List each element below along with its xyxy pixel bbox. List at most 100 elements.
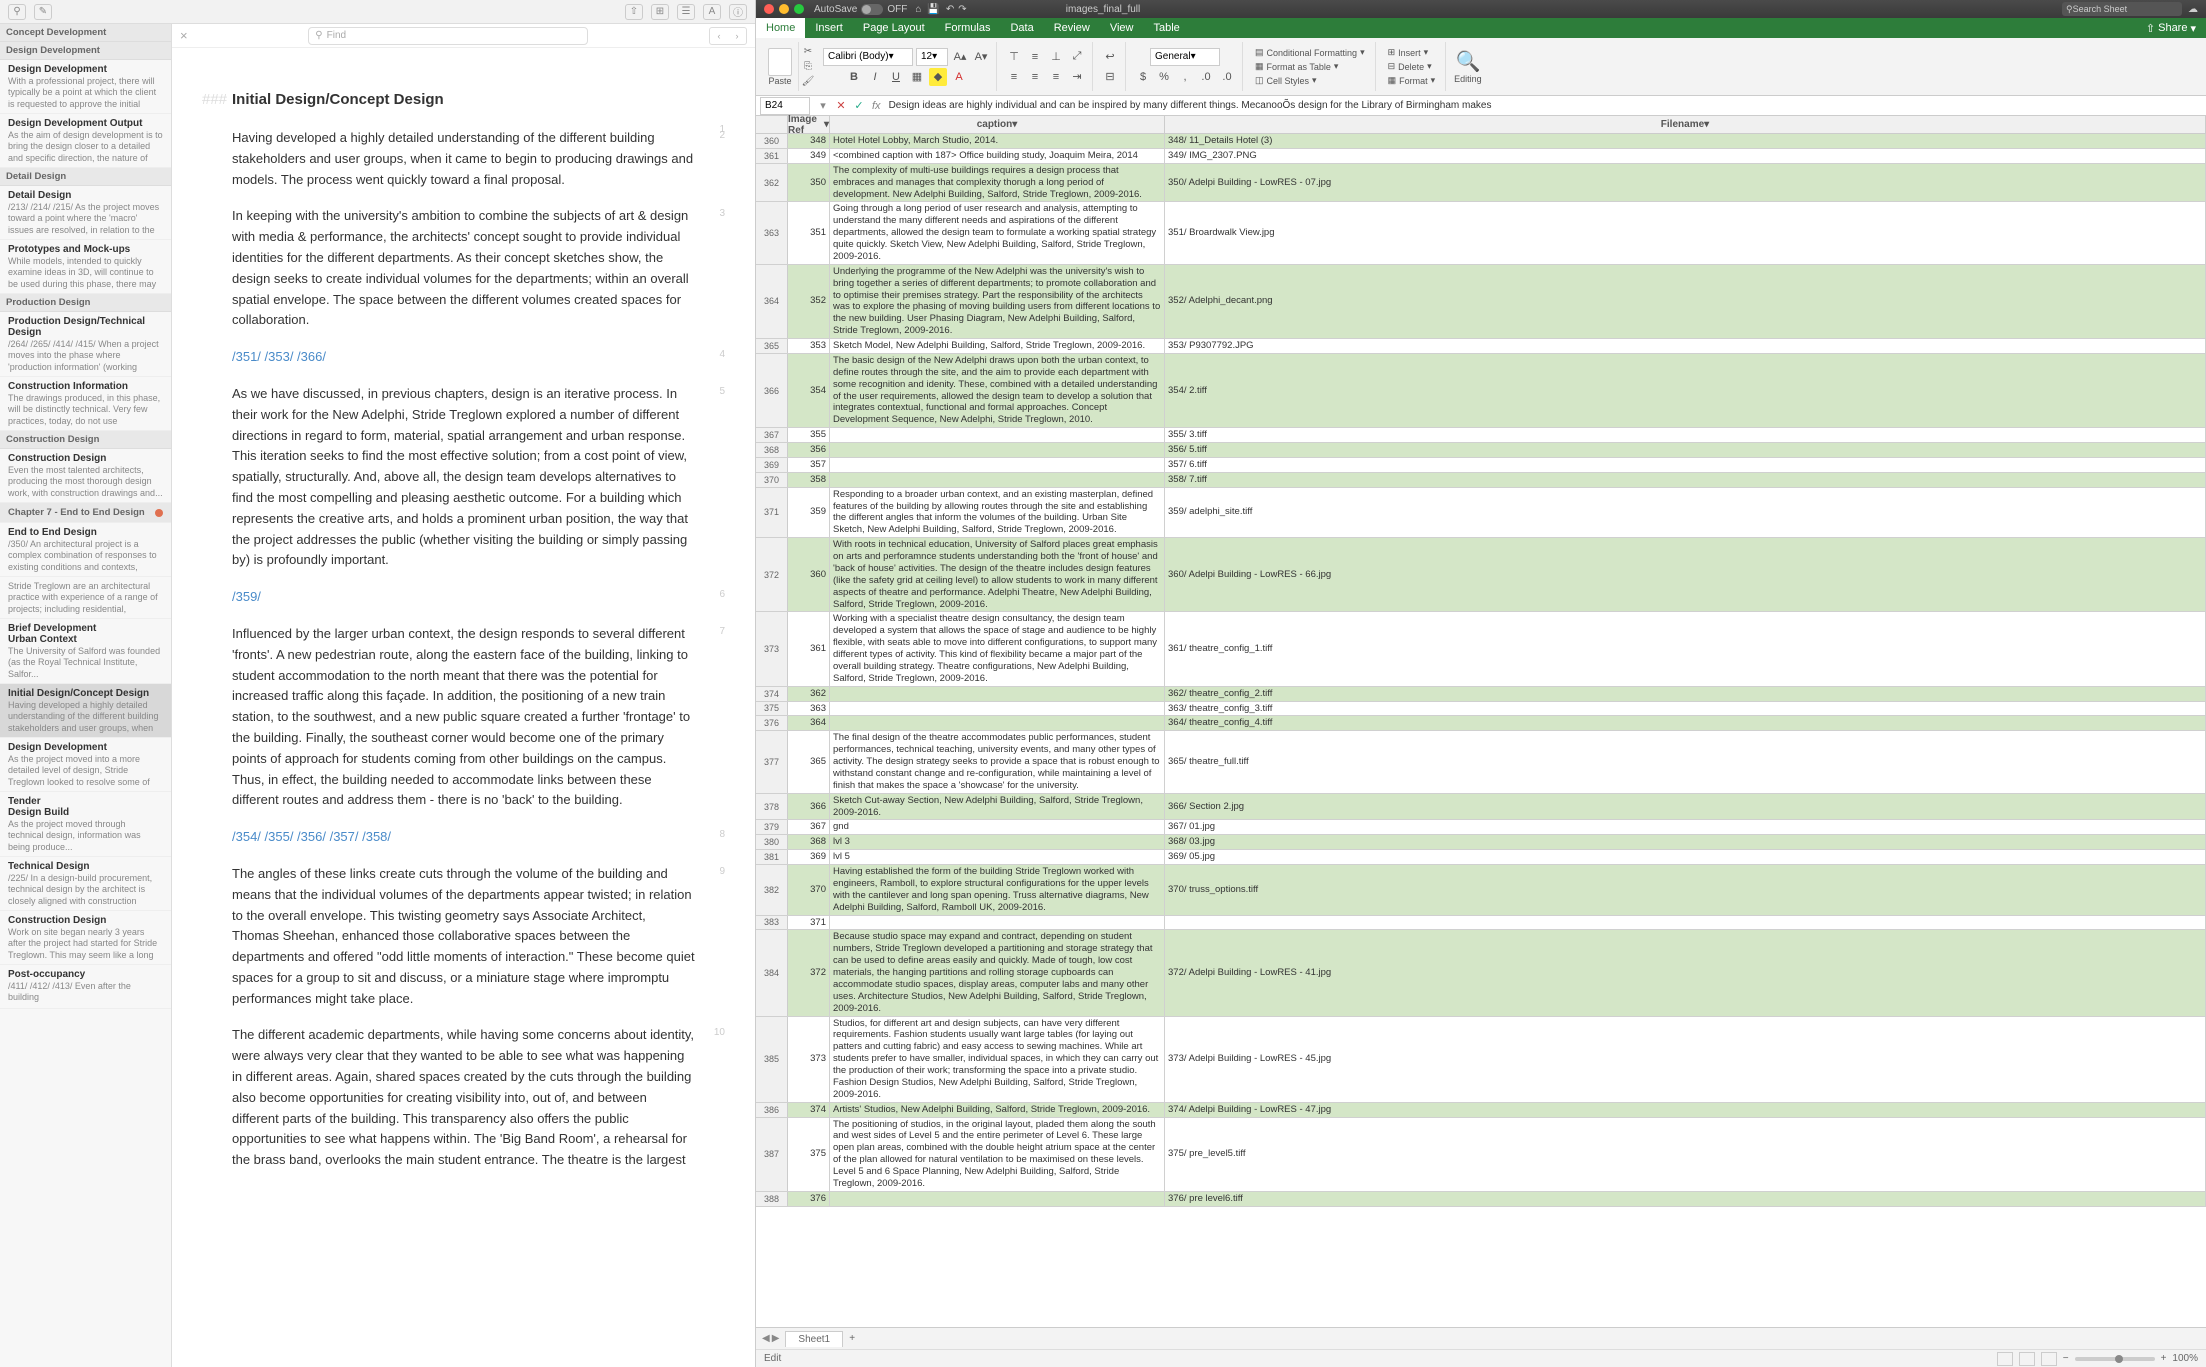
find-icon[interactable]: 🔍	[1455, 49, 1480, 74]
paragraph[interactable]: As we have discussed, in previous chapte…	[232, 384, 695, 571]
cell[interactable]: 374	[788, 1103, 830, 1117]
cell[interactable]	[830, 473, 1165, 487]
close-icon[interactable]: ×	[180, 28, 188, 43]
cell[interactable]: lvl 5	[830, 850, 1165, 864]
share-icon[interactable]: ⇧	[625, 4, 643, 20]
row-number[interactable]: 371	[756, 488, 788, 538]
maximize-window[interactable]	[794, 4, 804, 14]
paragraph[interactable]: /354/ /355/ /356/ /357/ /358/8	[232, 827, 695, 848]
cell[interactable]: 372	[788, 930, 830, 1015]
table-row[interactable]: 372360With roots in technical education,…	[756, 538, 2206, 612]
minimize-window[interactable]	[779, 4, 789, 14]
cell[interactable]: 369	[788, 850, 830, 864]
cell-reference-box[interactable]: B24	[760, 97, 810, 115]
sidebar-item[interactable]: Construction DesignEven the most talente…	[0, 449, 171, 503]
table-row[interactable]: 366354The basic design of the New Adelph…	[756, 354, 2206, 428]
spreadsheet-grid[interactable]: 360348Hotel Hotel Lobby, March Studio, 2…	[756, 134, 2206, 1327]
cell[interactable]	[830, 702, 1165, 716]
align-top-icon[interactable]: ⊤	[1005, 48, 1023, 66]
sidebar-item[interactable]: Technical Design/225/ In a design-build …	[0, 857, 171, 911]
fill-color-button[interactable]: ◆	[929, 68, 947, 86]
row-number[interactable]: 379	[756, 820, 788, 834]
cell[interactable]: 375	[788, 1118, 830, 1191]
bold-button[interactable]: B	[845, 68, 863, 86]
table-row[interactable]: 371359Responding to a broader urban cont…	[756, 488, 2206, 539]
decimal-dec-icon[interactable]: .0	[1218, 68, 1236, 86]
add-sheet-button[interactable]: +	[843, 1333, 861, 1344]
cell[interactable]: Working with a specialist theatre design…	[830, 612, 1165, 685]
cell[interactable]: 350/ Adelpi Building - LowRES - 07.jpg	[1165, 164, 2206, 202]
search-input[interactable]: ⚲ Find	[308, 27, 588, 45]
ribbon-tab-data[interactable]: Data	[1000, 18, 1043, 38]
cell[interactable]: 365/ theatre_full.tiff	[1165, 731, 2206, 792]
cell[interactable]: 364	[788, 716, 830, 730]
row-number[interactable]: 382	[756, 865, 788, 915]
aa-icon[interactable]: A	[703, 4, 721, 20]
cell[interactable]: The complexity of multi-use buildings re…	[830, 164, 1165, 202]
table-row[interactable]: 369357357/ 6.tiff	[756, 458, 2206, 473]
cell[interactable]: 355/ 3.tiff	[1165, 428, 2206, 442]
table-row[interactable]: 383371	[756, 916, 2206, 931]
cell[interactable]: Because studio space may expand and cont…	[830, 930, 1165, 1015]
cell[interactable]: 374/ Adelpi Building - LowRES - 47.jpg	[1165, 1103, 2206, 1117]
font-name-select[interactable]: Calibri (Body) ▾	[823, 48, 913, 66]
zoom-in-icon[interactable]: +	[2161, 1353, 2167, 1364]
underline-button[interactable]: U	[887, 68, 905, 86]
cell[interactable]: 354	[788, 354, 830, 427]
table-row[interactable]: 374362362/ theatre_config_2.tiff	[756, 687, 2206, 702]
cell[interactable]: 361	[788, 612, 830, 685]
table-row[interactable]: 368356356/ 5.tiff	[756, 443, 2206, 458]
row-number[interactable]: 363	[756, 202, 788, 263]
align-left-icon[interactable]: ≡	[1005, 68, 1023, 86]
cell[interactable]	[830, 428, 1165, 442]
paragraph[interactable]: /351/ /353/ /366/4	[232, 347, 695, 368]
normal-view-icon[interactable]	[1997, 1352, 2013, 1366]
cell[interactable]: 359/ adelphi_site.tiff	[1165, 488, 2206, 538]
conditional-formatting-button[interactable]: ▤ Conditional Formatting ▾	[1251, 46, 1369, 59]
grid-icon[interactable]: ⊞	[651, 4, 669, 20]
cell[interactable]: 367	[788, 820, 830, 834]
cell[interactable]: <combined caption with 187> Office build…	[830, 149, 1165, 163]
orientation-icon[interactable]: ⤢	[1068, 48, 1086, 66]
decrease-font-icon[interactable]: A▾	[972, 48, 990, 66]
view-icon[interactable]: ☰	[677, 4, 695, 20]
row-number[interactable]: 375	[756, 702, 788, 716]
align-bottom-icon[interactable]: ⊥	[1047, 48, 1065, 66]
cell[interactable]: 365	[788, 731, 830, 792]
table-row[interactable]: 361349<combined caption with 187> Office…	[756, 149, 2206, 164]
cell[interactable]: 360	[788, 538, 830, 611]
cell[interactable]: Hotel Hotel Lobby, March Studio, 2014.	[830, 134, 1165, 148]
row-number[interactable]: 373	[756, 612, 788, 685]
cell[interactable]: Underlying the programme of the New Adel…	[830, 265, 1165, 338]
sidebar-item[interactable]: Production Design/Technical Design/264/ …	[0, 312, 171, 377]
first-sheet-icon[interactable]: ◀	[762, 1333, 770, 1344]
cell[interactable]	[830, 443, 1165, 457]
ribbon-tab-insert[interactable]: Insert	[805, 18, 853, 38]
sidebar-item[interactable]: Detail Design/213/ /214/ /215/ As the pr…	[0, 186, 171, 240]
table-row[interactable]: 385373Studios, for different art and des…	[756, 1017, 2206, 1103]
cell[interactable]: 349	[788, 149, 830, 163]
cell[interactable]: 359	[788, 488, 830, 538]
row-number[interactable]: 368	[756, 443, 788, 457]
italic-button[interactable]: I	[866, 68, 884, 86]
page-layout-view-icon[interactable]	[2019, 1352, 2035, 1366]
reference-link[interactable]: /354/ /355/ /356/ /357/ /358/	[232, 829, 391, 844]
table-row[interactable]: 376364364/ theatre_config_4.tiff	[756, 716, 2206, 731]
table-row[interactable]: 384372Because studio space may expand an…	[756, 930, 2206, 1016]
table-row[interactable]: 377365The final design of the theatre ac…	[756, 731, 2206, 793]
next-arrow[interactable]: ›	[728, 28, 746, 44]
indent-icon[interactable]: ⇥	[1068, 68, 1086, 86]
paste-button[interactable]: Paste	[768, 48, 792, 86]
row-number[interactable]: 376	[756, 716, 788, 730]
col-header-a[interactable]: Image Ref ▾	[788, 116, 830, 133]
cell[interactable]: Going through a long period of user rese…	[830, 202, 1165, 263]
document-content[interactable]: Initial Design/Concept Design1Having dev…	[172, 48, 755, 1367]
cell[interactable]	[830, 687, 1165, 701]
cell[interactable]: 372/ Adelpi Building - LowRES - 41.jpg	[1165, 930, 2206, 1015]
dropdown-icon[interactable]: ▾	[814, 99, 832, 112]
cell[interactable]: Responding to a broader urban context, a…	[830, 488, 1165, 538]
cell[interactable]: 367/ 01.jpg	[1165, 820, 2206, 834]
cell[interactable]	[830, 716, 1165, 730]
sheet-tab[interactable]: Sheet1	[785, 1331, 843, 1347]
ribbon-tab-home[interactable]: Home	[756, 18, 805, 38]
